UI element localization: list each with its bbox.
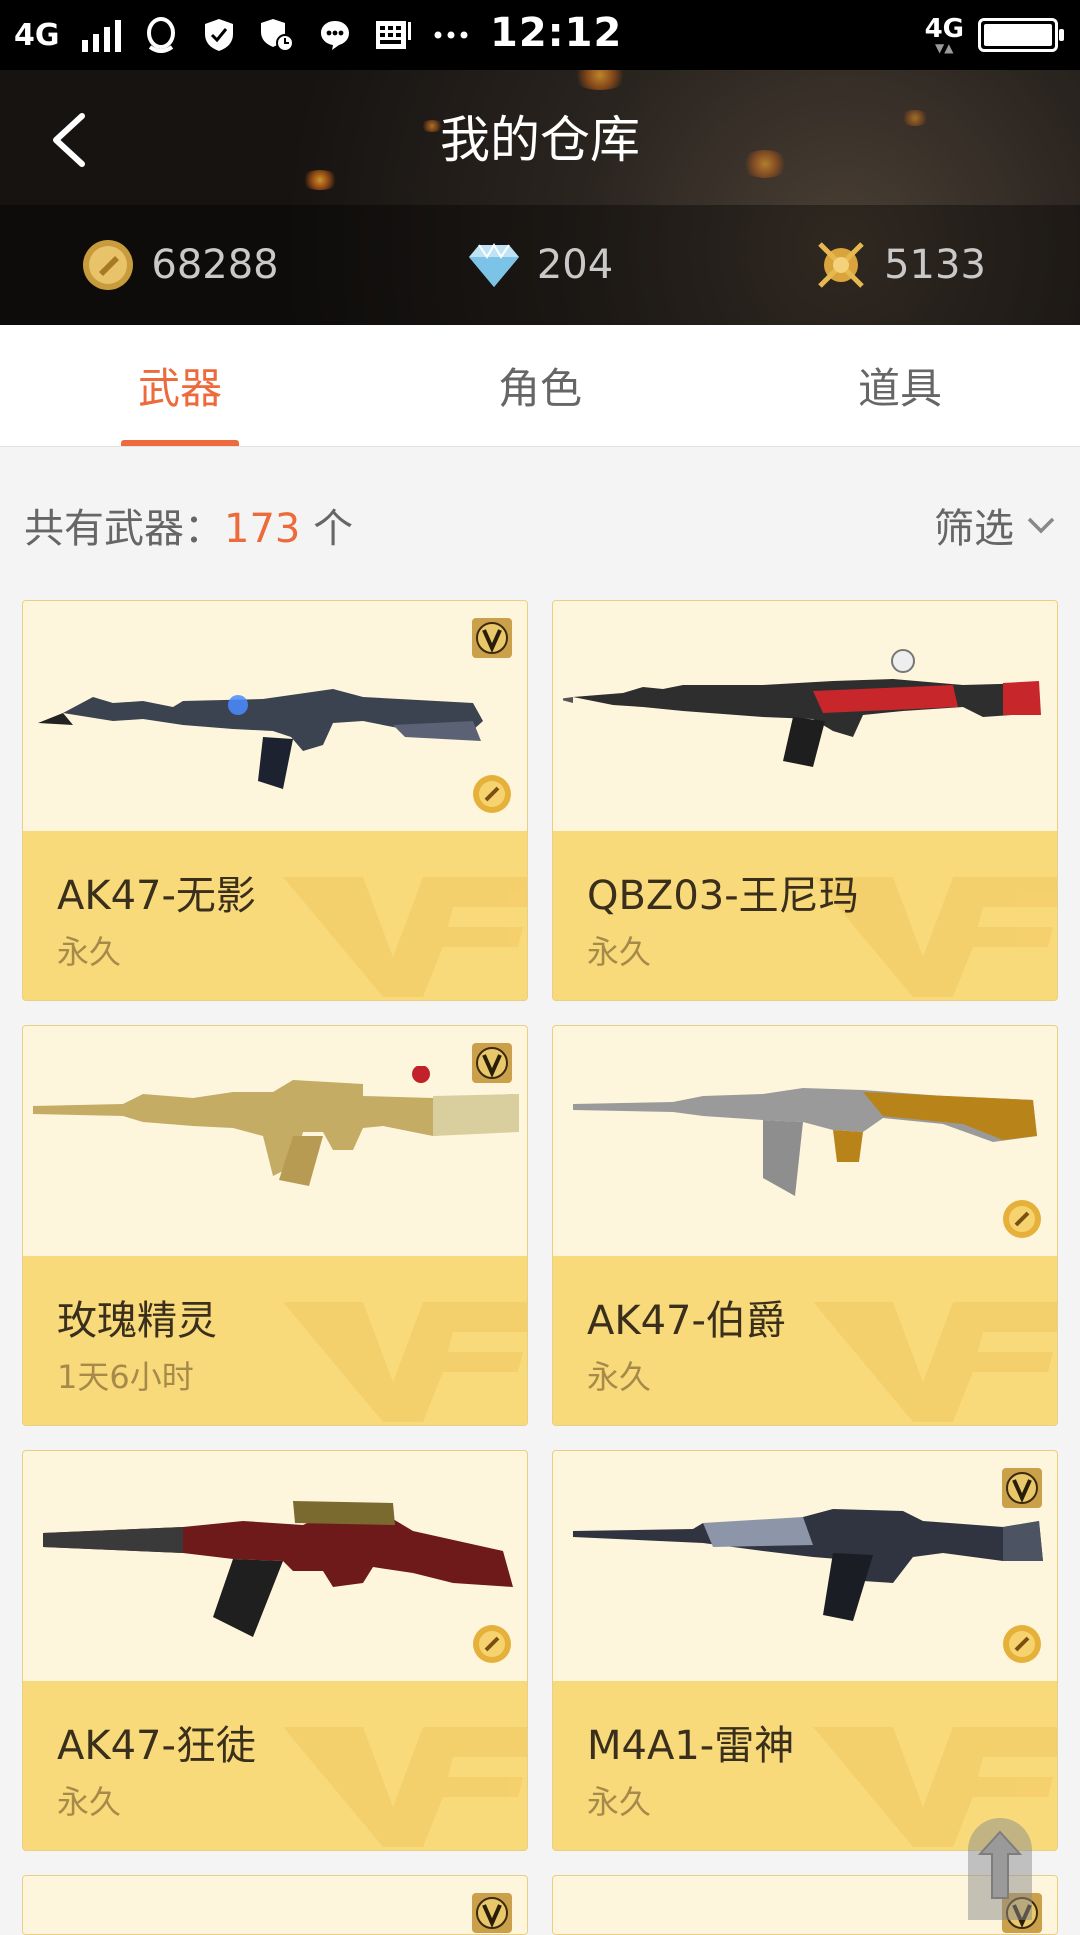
weapon-card[interactable]: AK47-狂徒 永久 — [22, 1450, 528, 1851]
weapon-name: AK47-无影 — [57, 873, 256, 919]
weapon-name: 玫瑰精灵 — [57, 1298, 217, 1344]
weapon-info: AK47-狂徒 永久 — [23, 1681, 527, 1850]
weapon-count-number: 173 — [224, 506, 301, 552]
gold-coin-icon — [81, 238, 135, 292]
weapon-info: 玫瑰精灵 1天6小时 — [23, 1256, 527, 1425]
weapon-image — [33, 1066, 519, 1186]
weapon-card[interactable]: AK47-伯爵 永久 — [552, 1025, 1058, 1426]
weapon-duration: 永久 — [587, 1358, 652, 1396]
crossed-swords-icon — [814, 238, 868, 292]
filter-button[interactable]: 筛选 — [934, 496, 1056, 554]
honor-balance: 5133 — [720, 205, 1080, 325]
network-label: 4G — [14, 17, 60, 53]
weapon-info: AK47-伯爵 永久 — [553, 1256, 1057, 1425]
weapon-info: QBZ03-王尼玛 永久 — [553, 831, 1057, 1000]
filter-label: 筛选 — [934, 506, 1014, 552]
chevron-down-icon — [1027, 517, 1055, 534]
header: 我的仓库 68288 204 5133 — [0, 70, 1080, 325]
network-label-right: 4G ▼▲ — [924, 14, 964, 55]
tab-items[interactable]: 道具 — [720, 325, 1080, 446]
diamond-icon — [467, 238, 521, 292]
tab-weapons[interactable]: 武器 — [0, 325, 360, 446]
weapon-image-area — [553, 601, 1057, 831]
weapon-image — [563, 649, 1041, 767]
diamond-balance: 204 — [360, 205, 720, 325]
weapon-image — [573, 1088, 1037, 1196]
weapon-image-area — [23, 1451, 527, 1681]
vip-badge-icon — [472, 1893, 512, 1933]
weapon-image-area — [23, 601, 527, 831]
coin-badge-icon — [473, 775, 511, 813]
vip-badge-icon — [1002, 1468, 1042, 1508]
weapon-info: AK47-无影 永久 — [23, 831, 527, 1000]
keyboard-icon — [375, 17, 411, 53]
arrow-up-icon — [978, 1830, 1022, 1899]
cf-logo-icon — [283, 877, 527, 997]
battery-icon — [978, 18, 1064, 52]
weapon-duration: 1天6小时 — [57, 1358, 194, 1396]
status-bar: 4G 12:12 4G ▼▲ — [0, 0, 1080, 70]
weapon-card[interactable]: 玫瑰精灵 1天6小时 — [22, 1025, 528, 1426]
message-icon — [317, 17, 353, 53]
weapon-image-area — [553, 1451, 1057, 1681]
signal-icon — [81, 18, 121, 52]
weapon-image-area — [23, 1026, 527, 1256]
weapon-image-area — [23, 1876, 527, 1934]
tab-characters[interactable]: 角色 — [360, 325, 720, 446]
weapon-name: QBZ03-王尼玛 — [587, 873, 859, 919]
qq-icon — [143, 17, 179, 53]
weapon-card[interactable]: AK47-无影 永久 — [22, 600, 528, 1001]
tab-bar: 武器 角色 道具 — [0, 325, 1080, 447]
weapon-card[interactable]: M4A1-雷神 永久 — [552, 1450, 1058, 1851]
weapon-count: 共有武器：173 个 — [24, 506, 354, 552]
gold-coin-balance: 68288 — [0, 205, 360, 325]
weapon-grid: AK47-无影 永久 QBZ03-王尼玛 永久 玫瑰精灵 1天6小时 AK47-… — [22, 600, 1058, 1935]
diamond-value: 204 — [536, 242, 614, 288]
cf-logo-icon — [283, 1727, 527, 1847]
more-dots-icon — [433, 17, 469, 53]
cf-logo-icon — [283, 1302, 527, 1422]
security-icon — [259, 17, 295, 53]
page-title: 我的仓库 — [440, 111, 640, 169]
weapon-name: M4A1-雷神 — [587, 1723, 795, 1769]
vip-badge-icon — [472, 1043, 512, 1083]
scroll-to-top-button[interactable] — [968, 1818, 1032, 1920]
weapon-image — [43, 1501, 513, 1637]
coin-badge-icon — [1003, 1625, 1041, 1663]
shield-icon — [201, 17, 237, 53]
summary-row: 共有武器：173 个 筛选 — [24, 490, 1056, 560]
gold-coin-value: 68288 — [151, 242, 279, 288]
weapon-duration: 永久 — [57, 933, 122, 971]
honor-value: 5133 — [884, 242, 986, 288]
clock: 12:12 — [490, 10, 623, 56]
weapon-image — [38, 689, 483, 789]
vip-badge-icon — [472, 618, 512, 658]
weapon-duration: 永久 — [587, 1783, 652, 1821]
weapon-duration: 永久 — [587, 933, 652, 971]
weapon-card[interactable]: QBZ03-王尼玛 永久 — [552, 600, 1058, 1001]
currency-bar: 68288 204 5133 — [0, 205, 1080, 325]
weapon-duration: 永久 — [57, 1783, 122, 1821]
weapon-name: AK47-狂徒 — [57, 1723, 256, 1769]
weapon-image — [573, 1509, 1043, 1621]
coin-badge-icon — [1003, 1200, 1041, 1238]
coin-badge-icon — [473, 1625, 511, 1663]
cf-logo-icon — [813, 1302, 1057, 1422]
weapon-name: AK47-伯爵 — [587, 1298, 786, 1344]
weapon-card[interactable] — [22, 1875, 528, 1935]
weapon-image-area — [553, 1026, 1057, 1256]
